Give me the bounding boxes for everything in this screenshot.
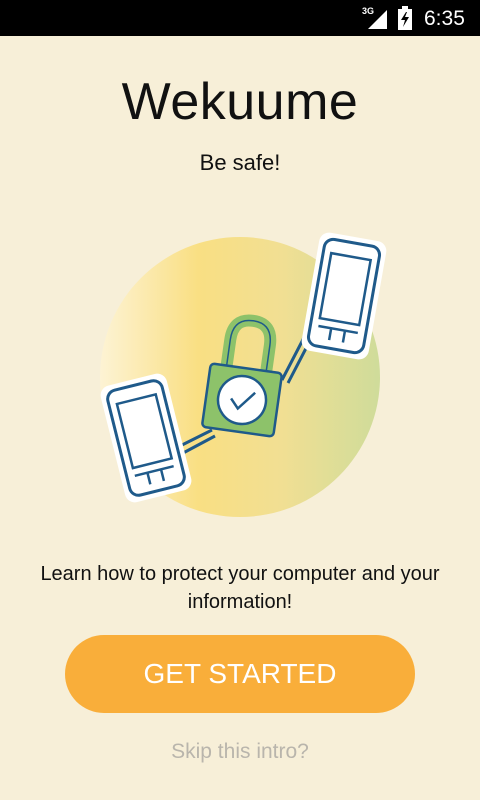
battery-charging-icon bbox=[398, 6, 412, 30]
get-started-button[interactable]: GET STARTED bbox=[65, 635, 415, 713]
skip-intro-link[interactable]: Skip this intro? bbox=[0, 740, 480, 764]
security-illustration bbox=[100, 232, 387, 517]
app-title: Wekuume bbox=[121, 73, 359, 131]
tagline: Be safe! bbox=[199, 150, 281, 175]
status-bar: 3G 6:35 bbox=[0, 0, 480, 36]
signal-icon bbox=[368, 10, 387, 29]
clock: 6:35 bbox=[424, 7, 465, 30]
intro-description: Learn how to protect your computer and y… bbox=[40, 563, 440, 613]
